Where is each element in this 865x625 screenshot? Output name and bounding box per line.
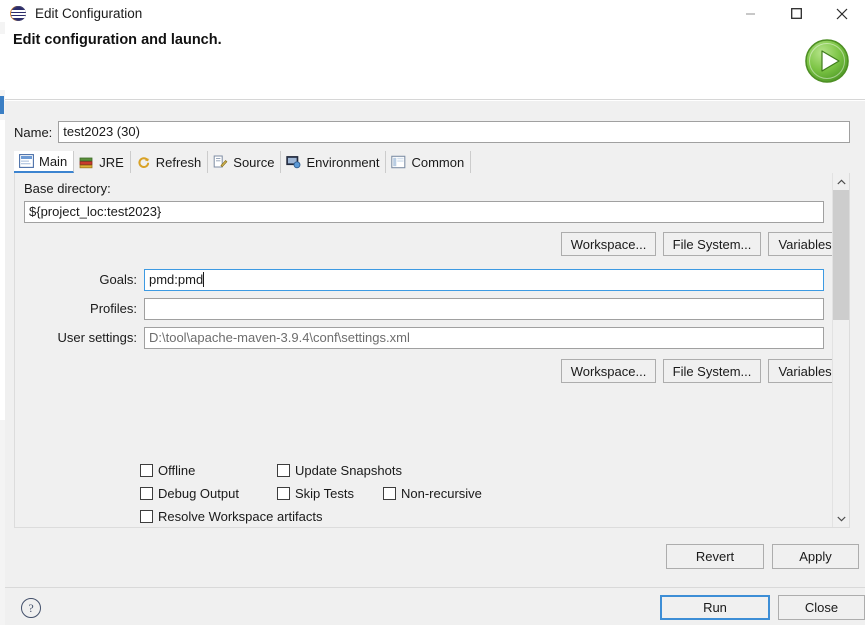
text-caret — [203, 272, 204, 287]
checkbox-box — [277, 487, 290, 500]
base-workspace-button[interactable]: Workspace... — [561, 232, 656, 256]
checkbox-box — [140, 464, 153, 477]
vertical-scrollbar[interactable] — [832, 173, 849, 527]
help-icon[interactable]: ? — [21, 598, 41, 618]
close-icon[interactable] — [819, 0, 865, 27]
window-title: Edit Configuration — [35, 6, 142, 21]
checkbox-box — [383, 487, 396, 500]
settings-file-system-button[interactable]: File System... — [663, 359, 761, 383]
run-button[interactable]: Run — [660, 595, 770, 620]
run-play-icon — [801, 35, 853, 87]
checkbox-debug-output[interactable]: Debug Output — [140, 486, 239, 501]
checkbox-label: Non-recursive — [401, 486, 482, 501]
user-settings-label: User settings: — [15, 330, 137, 345]
tab-refresh[interactable]: Refresh — [131, 151, 209, 173]
goals-label: Goals: — [15, 272, 137, 287]
name-input[interactable]: test2023 (30) — [58, 121, 850, 143]
tab-label: Source — [233, 155, 274, 170]
name-label: Name: — [14, 125, 52, 140]
window-controls — [727, 0, 865, 27]
dialog-footer: ? Run Close — [5, 587, 865, 625]
title-bar: Edit Configuration — [5, 0, 865, 27]
minimize-icon[interactable] — [727, 0, 773, 27]
goals-value: pmd:pmd — [149, 272, 203, 287]
tab-common[interactable]: Common — [386, 151, 471, 173]
edit-configuration-dialog: Edit Configuration Edit configuration an… — [0, 0, 865, 625]
refresh-tab-icon — [136, 155, 152, 169]
close-button[interactable]: Close — [778, 595, 865, 620]
eclipse-logo-icon — [10, 5, 27, 22]
scroll-up-icon[interactable] — [833, 173, 849, 190]
apply-bar: Revert Apply — [14, 535, 850, 575]
main-tab-panel: Base directory: ${project_loc:test2023} … — [14, 173, 850, 528]
tab-bar: Main JRE Refresh Source — [14, 150, 850, 174]
checkbox-box — [277, 464, 290, 477]
tab-environment[interactable]: Environment — [281, 151, 386, 173]
goals-input[interactable]: pmd:pmd — [144, 269, 824, 291]
tab-filler — [471, 151, 850, 173]
name-row: Name: test2023 (30) — [14, 121, 850, 143]
profiles-label: Profiles: — [15, 301, 137, 316]
checkbox-label: Debug Output — [158, 486, 239, 501]
dialog-header: Edit configuration and launch. — [5, 27, 865, 100]
jre-tab-icon — [79, 155, 95, 169]
checkbox-offline[interactable]: Offline — [140, 463, 195, 478]
scroll-down-icon[interactable] — [833, 510, 849, 527]
checkbox-label: Resolve Workspace artifacts — [158, 509, 323, 524]
base-directory-label: Base directory: — [24, 181, 111, 196]
checkbox-label: Skip Tests — [295, 486, 354, 501]
checkbox-box — [140, 487, 153, 500]
tab-main[interactable]: Main — [14, 151, 74, 173]
checkbox-non-recursive[interactable]: Non-recursive — [383, 486, 482, 501]
checkbox-skip-tests[interactable]: Skip Tests — [277, 486, 354, 501]
checkbox-update-snapshots[interactable]: Update Snapshots — [277, 463, 402, 478]
revert-button[interactable]: Revert — [666, 544, 764, 569]
settings-workspace-button[interactable]: Workspace... — [561, 359, 656, 383]
checkbox-label: Update Snapshots — [295, 463, 402, 478]
common-tab-icon — [391, 155, 407, 169]
tab-label: JRE — [99, 155, 124, 170]
source-tab-icon — [213, 155, 229, 169]
page-title: Edit configuration and launch. — [13, 32, 222, 48]
tab-jre[interactable]: JRE — [74, 151, 131, 173]
scrollbar-thumb[interactable] — [833, 190, 849, 320]
checkbox-box — [140, 510, 153, 523]
tab-label: Refresh — [156, 155, 202, 170]
tab-source[interactable]: Source — [208, 151, 281, 173]
profiles-input[interactable] — [144, 298, 824, 320]
tab-label: Main — [39, 154, 67, 169]
environment-tab-icon — [286, 155, 302, 169]
tab-label: Environment — [306, 155, 379, 170]
dialog-body: Name: test2023 (30) Main JRE — [5, 100, 865, 587]
checkbox-label: Offline — [158, 463, 195, 478]
base-directory-input[interactable]: ${project_loc:test2023} — [24, 201, 824, 223]
apply-button[interactable]: Apply — [772, 544, 859, 569]
maximize-icon[interactable] — [773, 0, 819, 27]
tab-label: Common — [411, 155, 464, 170]
user-settings-input[interactable]: D:\tool\apache-maven-3.9.4\conf\settings… — [144, 327, 824, 349]
main-tab-icon — [19, 154, 35, 168]
base-file-system-button[interactable]: File System... — [663, 232, 761, 256]
checkbox-resolve-workspace-artifacts[interactable]: Resolve Workspace artifacts — [140, 509, 323, 524]
